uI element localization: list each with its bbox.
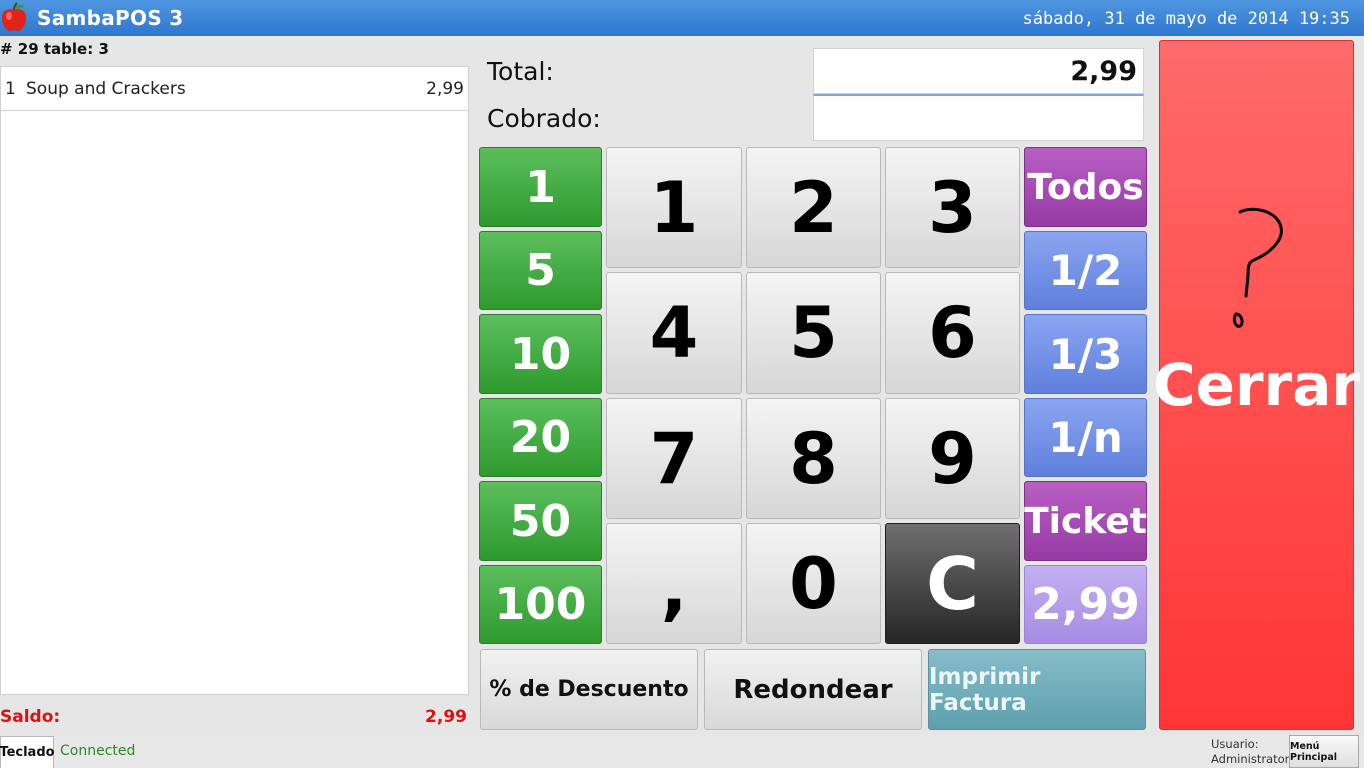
remaining-amount-button[interactable]: 2,99: [1024, 565, 1147, 644]
split-half-button[interactable]: 1/2: [1024, 231, 1147, 310]
key-comma-button[interactable]: ,: [606, 523, 742, 644]
connection-status: Connected: [60, 743, 136, 759]
clear-button[interactable]: C: [885, 523, 1020, 644]
ticket-orders-list[interactable]: 1 Soup and Crackers 2,99: [0, 66, 469, 695]
saldo-label: Saldo:: [0, 707, 61, 727]
key-8-button[interactable]: 8: [746, 398, 881, 519]
split-n-button[interactable]: 1/n: [1024, 398, 1147, 477]
user-info: Usuario: Administrator: [1211, 737, 1289, 767]
discount-button[interactable]: % de Descuento: [480, 649, 698, 730]
split-third-button[interactable]: 1/3: [1024, 314, 1147, 394]
key-4-button[interactable]: 4: [606, 272, 742, 394]
amount-5-button[interactable]: 5: [479, 231, 602, 310]
key-0-button[interactable]: 0: [746, 523, 881, 644]
key-9-button[interactable]: 9: [885, 398, 1020, 519]
user-name: Administrator: [1211, 752, 1290, 766]
amount-50-button[interactable]: 50: [479, 481, 602, 561]
key-2-button[interactable]: 2: [746, 147, 881, 268]
app-title: SambaPOS 3: [37, 6, 184, 30]
cobrado-input[interactable]: [813, 94, 1144, 141]
amount-1-button[interactable]: 1: [479, 147, 602, 227]
cobrado-label: Cobrado:: [487, 104, 601, 133]
key-5-button[interactable]: 5: [746, 272, 881, 394]
cerrar-button[interactable]: Cerrar: [1153, 40, 1360, 730]
title-bar: SambaPOS 3 sábado, 31 de mayo de 2014 19…: [0, 0, 1364, 36]
order-name: Soup and Crackers: [26, 79, 186, 99]
apple-icon: [1, 2, 27, 31]
amount-20-button[interactable]: 20: [479, 398, 602, 477]
order-quantity: 1: [5, 79, 16, 99]
ticket-header: # 29 table: 3: [0, 40, 109, 58]
todos-button[interactable]: Todos: [1024, 147, 1147, 227]
main-menu-button[interactable]: Menú Principal: [1289, 735, 1359, 768]
status-bar: [0, 735, 1364, 768]
key-3-button[interactable]: 3: [885, 147, 1020, 268]
round-button[interactable]: Redondear: [704, 649, 922, 730]
saldo-value: 2,99: [425, 707, 467, 727]
order-row[interactable]: 1 Soup and Crackers 2,99: [1, 67, 468, 111]
key-7-button[interactable]: 7: [606, 398, 742, 519]
total-field: 2,99: [813, 48, 1144, 94]
question-mark-icon: [1232, 207, 1283, 328]
user-label: Usuario:: [1211, 737, 1259, 751]
teclado-tab[interactable]: Teclado: [0, 736, 55, 768]
ticket-button[interactable]: Ticket: [1024, 481, 1147, 561]
order-price: 2,99: [426, 79, 464, 99]
datetime: sábado, 31 de mayo de 2014 19:35: [1022, 9, 1350, 29]
amount-10-button[interactable]: 10: [479, 314, 602, 394]
key-6-button[interactable]: 6: [885, 272, 1020, 394]
amount-100-button[interactable]: 100: [479, 565, 602, 644]
total-label: Total:: [487, 57, 554, 86]
print-invoice-button[interactable]: Imprimir Factura: [928, 649, 1146, 730]
key-1-button[interactable]: 1: [606, 147, 742, 268]
